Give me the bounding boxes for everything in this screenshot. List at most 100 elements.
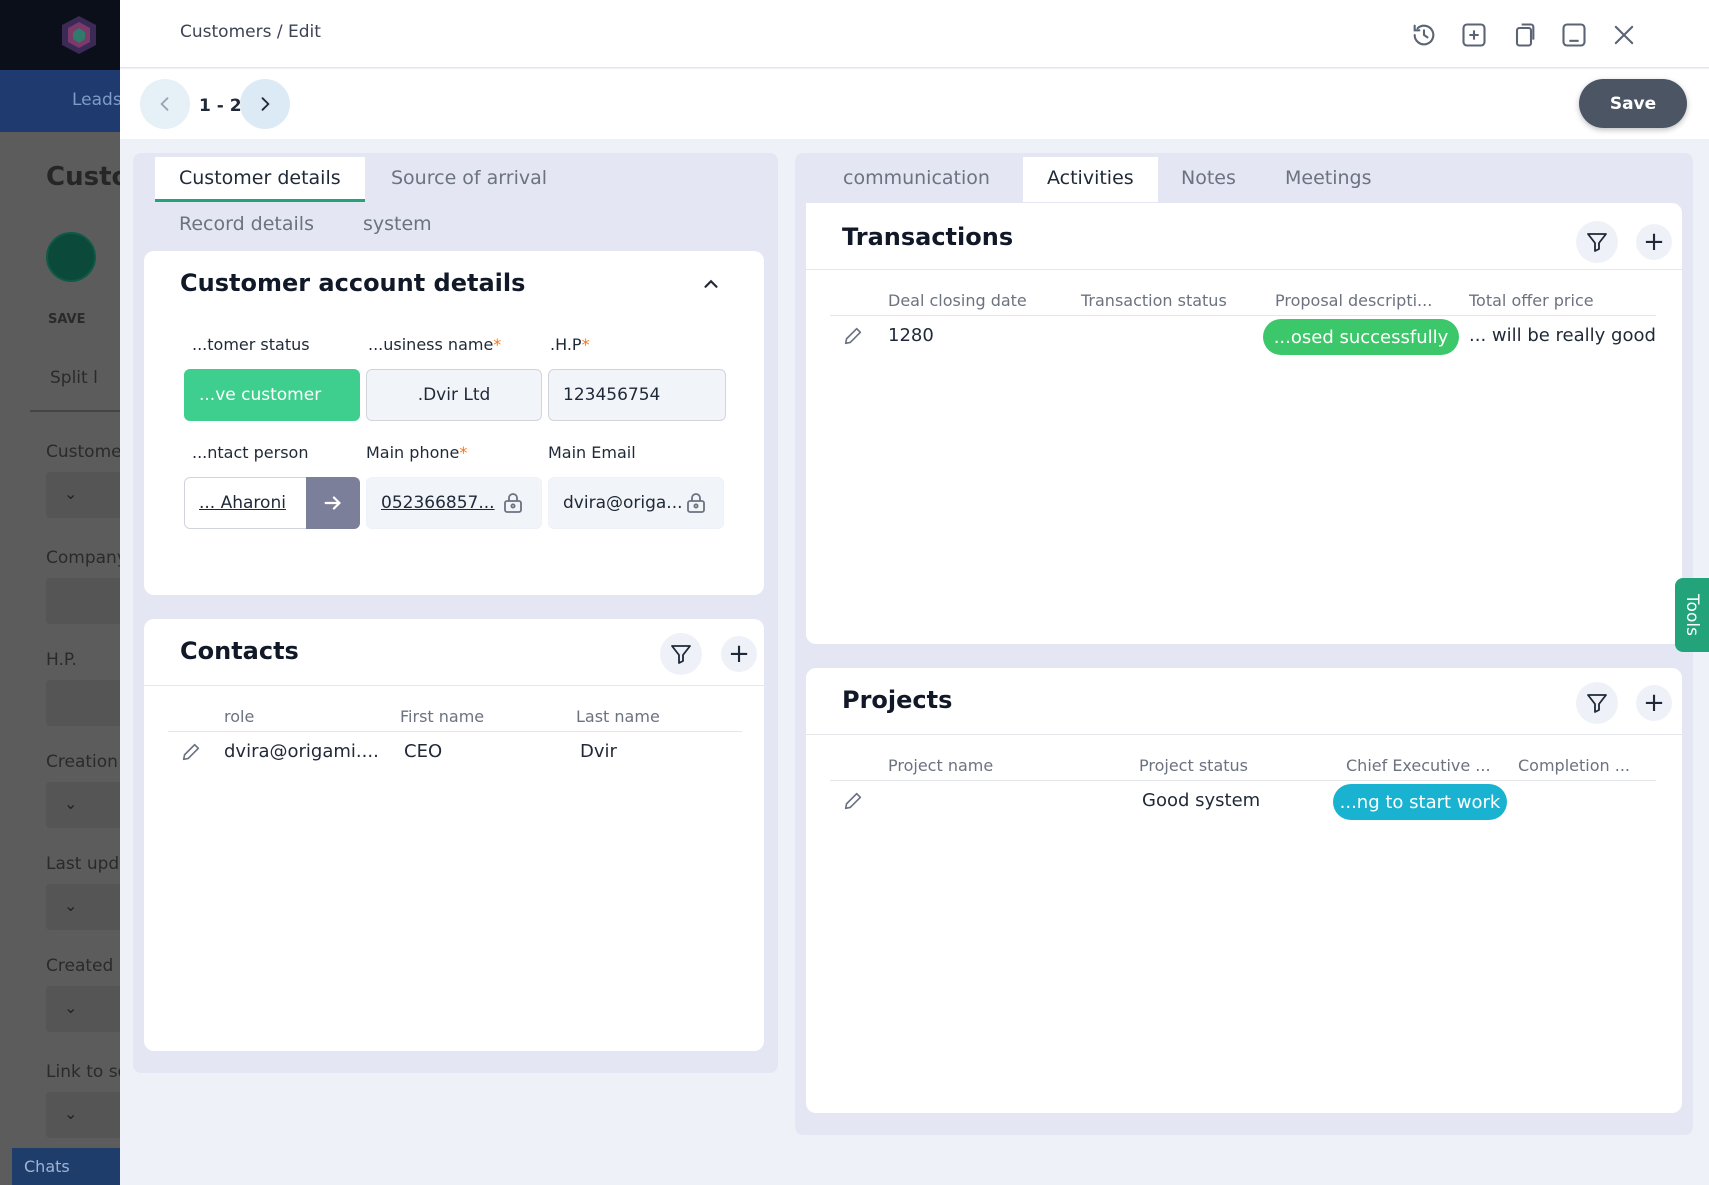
column-header-completion[interactable]: Completion ... xyxy=(1518,756,1630,775)
column-header-chief-executive[interactable]: Chief Executive ... xyxy=(1346,756,1491,775)
tab-communication[interactable]: communication xyxy=(819,157,1014,199)
transaction-status-pill: ...osed successfully xyxy=(1263,319,1459,355)
record-navigation-bar: 1 - 2 Save xyxy=(120,69,1709,139)
edit-pencil-icon[interactable] xyxy=(842,325,864,347)
filter-button[interactable] xyxy=(1576,221,1618,263)
chevron-up-icon[interactable] xyxy=(700,273,722,295)
customer-status-field[interactable]: ...ve customer xyxy=(184,369,360,421)
projects-card: Projects + Project name Project status C… xyxy=(806,668,1682,1113)
duplicate-icon[interactable] xyxy=(1509,20,1539,50)
divider xyxy=(168,731,742,732)
background-field-label: Creation xyxy=(46,752,118,772)
open-contact-button[interactable] xyxy=(306,477,360,529)
background-filter-icon xyxy=(46,232,96,282)
hp-field[interactable]: 123456754 xyxy=(548,369,726,421)
tab-activities[interactable]: Activities xyxy=(1023,157,1158,202)
column-header-last-name[interactable]: Last name xyxy=(576,707,660,726)
save-button[interactable]: Save xyxy=(1579,79,1687,128)
contacts-card: Contacts + role First name Last name dvi… xyxy=(144,619,764,1051)
contact-person-field[interactable]: ... Aharoni xyxy=(184,477,308,529)
transactions-card: Transactions + Deal closing date Transac… xyxy=(806,203,1682,644)
add-transaction-button[interactable]: + xyxy=(1636,224,1672,260)
column-header-total-offer-price[interactable]: Total offer price xyxy=(1469,291,1594,310)
background-field-box xyxy=(46,472,120,518)
minimize-icon[interactable] xyxy=(1559,20,1589,50)
filter-icon xyxy=(1587,233,1607,252)
background-field-label: Created b xyxy=(46,956,130,976)
tools-label: Tools xyxy=(1682,594,1703,636)
tab-notes[interactable]: Notes xyxy=(1157,157,1260,199)
filter-button[interactable] xyxy=(660,633,702,675)
contact-role-cell: dvira@origami.... xyxy=(224,741,379,762)
chevron-down-icon: ⌄ xyxy=(64,896,78,915)
add-project-button[interactable]: + xyxy=(1636,685,1672,721)
customer-status-label: ...tomer status xyxy=(192,335,310,354)
lock-icon[interactable] xyxy=(684,491,708,515)
previous-record-button[interactable] xyxy=(140,79,190,129)
tab-source-of-arrival[interactable]: Source of arrival xyxy=(367,157,571,199)
close-icon[interactable] xyxy=(1609,20,1639,50)
background-divider xyxy=(30,410,120,412)
background-field-box xyxy=(46,782,120,828)
contact-last-name-cell: Dvir xyxy=(580,741,617,762)
edit-customer-modal: Customers / Edit 1 - 2 Save Customer det… xyxy=(120,0,1709,1185)
background-field-label: Last upda xyxy=(46,854,130,874)
tab-record-details[interactable]: Record details xyxy=(155,203,338,245)
column-header-role[interactable]: role xyxy=(224,707,254,726)
filter-icon xyxy=(1587,694,1607,713)
chats-button[interactable]: Chats xyxy=(12,1148,120,1185)
background-field-box xyxy=(46,680,120,726)
modal-header: Customers / Edit xyxy=(120,0,1709,68)
header-toolbar xyxy=(1409,20,1639,50)
tab-customer-details[interactable]: Customer details xyxy=(155,157,365,202)
edit-pencil-icon[interactable] xyxy=(842,790,864,812)
record-pager: 1 - 2 xyxy=(199,96,242,116)
column-header-project-name[interactable]: Project name xyxy=(888,756,993,775)
customer-status-label-text: ...tomer status xyxy=(192,335,310,354)
chevron-down-icon: ⌄ xyxy=(64,794,78,813)
arrow-right-icon xyxy=(324,496,341,510)
tab-system[interactable]: system xyxy=(339,203,456,245)
main-phone-label-text: Main phone xyxy=(366,443,460,462)
deal-closing-date-cell: 1280 xyxy=(888,325,934,346)
card-title: Projects xyxy=(842,686,953,714)
edit-pencil-icon[interactable] xyxy=(180,741,202,763)
background-field-box xyxy=(46,1092,120,1138)
hp-label: .H.P* xyxy=(550,335,590,354)
background-save-label: SAVE xyxy=(48,312,86,327)
tab-meetings[interactable]: Meetings xyxy=(1261,157,1396,199)
required-mark: * xyxy=(493,335,502,354)
add-contact-button[interactable]: + xyxy=(721,636,757,672)
background-field-label: Custome xyxy=(46,442,122,462)
divider xyxy=(806,734,1682,735)
tools-side-tab[interactable]: Tools xyxy=(1675,578,1709,652)
column-header-project-status[interactable]: Project status xyxy=(1139,756,1248,775)
main-phone-label: Main phone* xyxy=(366,443,467,462)
background-field-label: H.P. xyxy=(46,650,77,670)
column-header-deal-closing-date[interactable]: Deal closing date xyxy=(888,291,1027,310)
next-record-button[interactable] xyxy=(240,79,290,129)
column-header-first-name[interactable]: First name xyxy=(400,707,484,726)
required-mark: * xyxy=(459,443,468,462)
chevron-down-icon: ⌄ xyxy=(64,484,78,503)
business-name-field[interactable]: .Dvir Ltd xyxy=(366,369,542,421)
card-title: Transactions xyxy=(842,223,1014,251)
add-icon[interactable] xyxy=(1459,20,1489,50)
required-mark: * xyxy=(581,335,590,354)
left-column: Customer details Source of arrival Recor… xyxy=(133,153,778,1073)
contact-person-label: ...ntact person xyxy=(192,443,309,462)
divider xyxy=(806,269,1682,270)
column-header-proposal-description[interactable]: Proposal descripti... xyxy=(1275,291,1432,310)
chevron-down-icon: ⌄ xyxy=(64,1104,78,1123)
background-field-box xyxy=(46,578,120,624)
history-icon[interactable] xyxy=(1409,20,1439,50)
filter-button[interactable] xyxy=(1576,682,1618,724)
background-field-label: Company xyxy=(46,548,127,568)
total-offer-price-cell: ... will be really good xyxy=(1469,325,1656,346)
column-header-transaction-status[interactable]: Transaction status xyxy=(1081,291,1227,310)
background-field-box xyxy=(46,884,120,930)
business-name-label: ...usiness name* xyxy=(368,335,501,354)
chevron-down-icon: ⌄ xyxy=(64,998,78,1017)
filter-icon xyxy=(671,645,691,664)
lock-icon[interactable] xyxy=(501,491,525,515)
